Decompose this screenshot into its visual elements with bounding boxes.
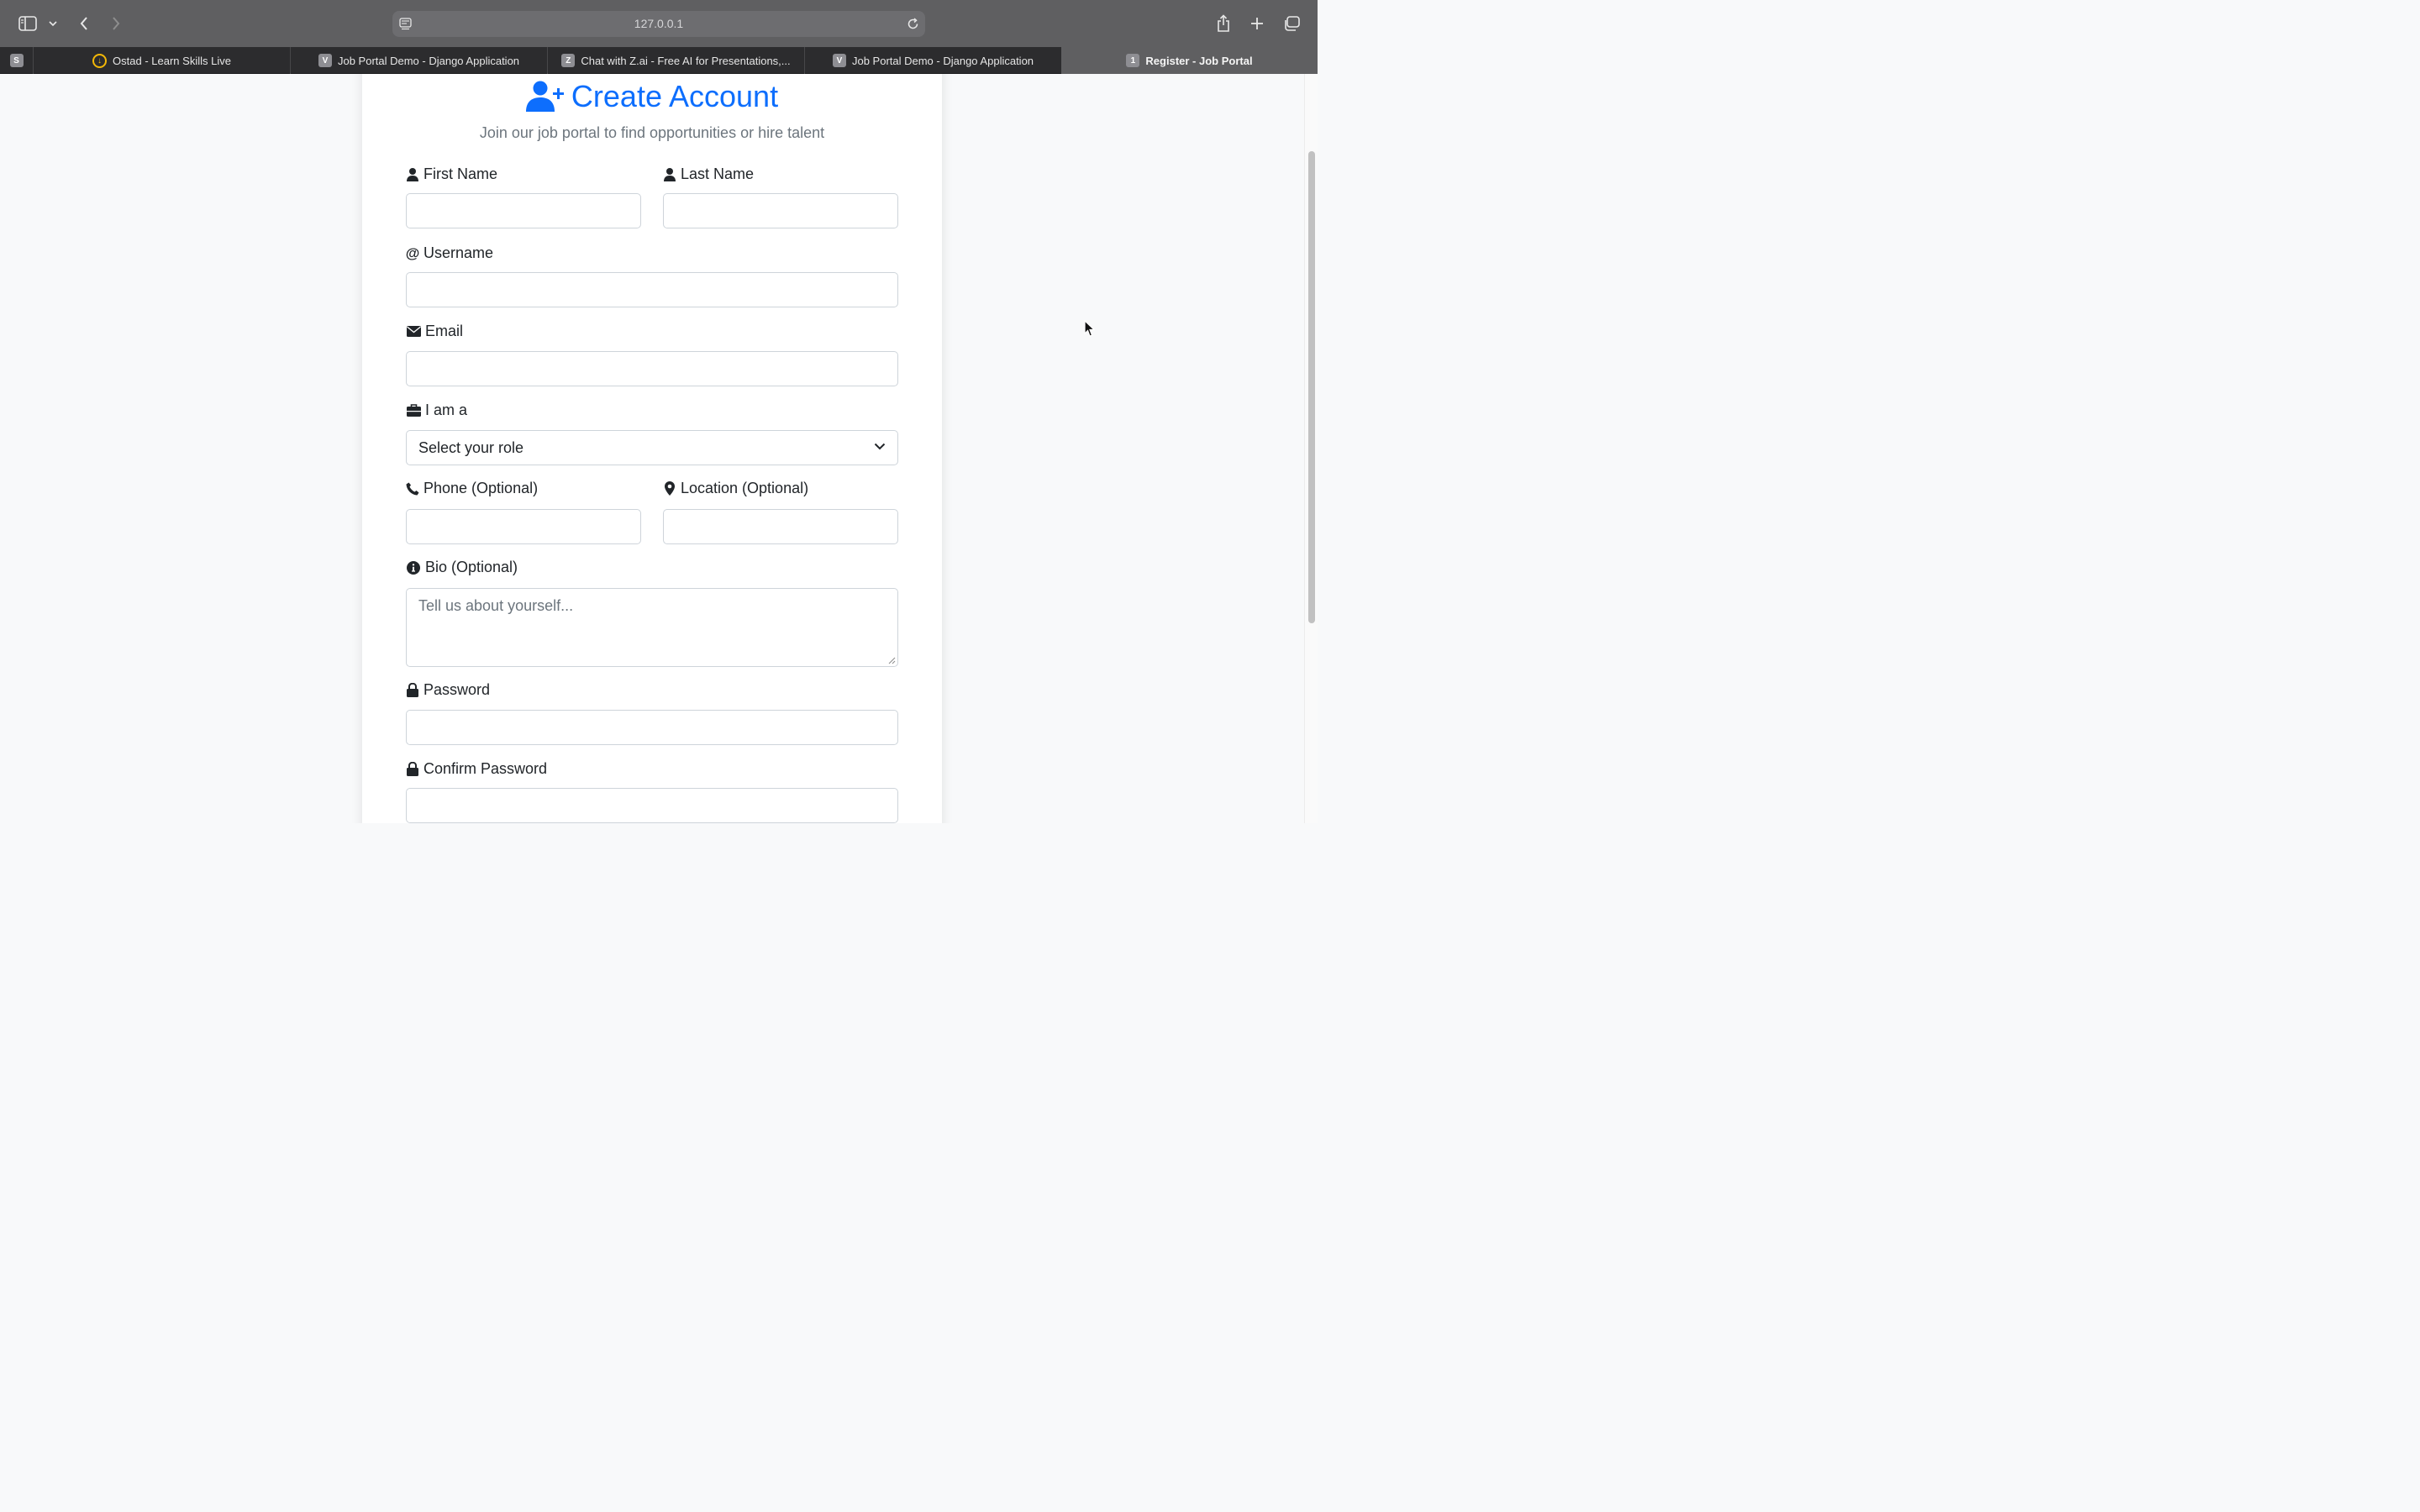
ostad-logo-icon: ↓ — [92, 53, 108, 68]
first-name-input[interactable] — [406, 193, 641, 228]
mouse-cursor-icon — [1084, 320, 1096, 337]
lock-icon — [406, 762, 419, 776]
forward-button[interactable] — [108, 13, 124, 34]
tab-favicon: V — [318, 54, 332, 67]
address-bar[interactable]: 127.0.0.1 — [392, 11, 925, 37]
role-select[interactable]: Select your role — [406, 430, 898, 465]
tab-overview-icon — [1285, 16, 1300, 31]
tab-job-portal-demo[interactable]: V Job Portal Demo - Django Application — [290, 47, 547, 74]
sidebar-toggle-button[interactable] — [17, 13, 39, 34]
reload-icon[interactable] — [907, 18, 919, 30]
share-icon — [1218, 14, 1229, 32]
location-label: Location (Optional) — [663, 480, 808, 497]
user-icon — [663, 167, 676, 181]
scrollbar-thumb[interactable] — [1308, 151, 1315, 623]
username-label: @ Username — [406, 244, 493, 262]
page-viewport: Create Account Join our job portal to fi… — [0, 74, 1318, 823]
email-label: Email — [406, 323, 463, 340]
tab-pinned[interactable]: S — [0, 47, 33, 74]
label-text: First Name — [424, 165, 498, 182]
email-input[interactable] — [406, 351, 898, 386]
tab-overview-button[interactable] — [1281, 13, 1302, 34]
tab-favicon: Z — [561, 54, 576, 67]
resize-handle-icon[interactable] — [888, 657, 896, 664]
first-name-label: First Name — [406, 165, 497, 183]
chevron-down-icon — [874, 443, 886, 450]
at-icon: @ — [405, 244, 420, 261]
label-text: Location (Optional) — [681, 480, 809, 496]
label-text: Phone (Optional) — [424, 480, 539, 496]
bio-label: Bio (Optional) — [406, 559, 518, 576]
label-text: I am a — [425, 402, 468, 418]
forward-icon — [113, 17, 120, 30]
page-title: Create Account — [362, 79, 942, 114]
tab-label: Job Portal Demo - Django Application — [337, 54, 520, 67]
tab-favicon: S — [9, 54, 24, 67]
tab-favicon: 1 — [1126, 54, 1140, 67]
last-name-input[interactable] — [663, 193, 898, 228]
chevron-down-icon — [49, 20, 57, 26]
register-card: Create Account Join our job portal to fi… — [362, 74, 942, 823]
info-circle-icon — [406, 560, 421, 575]
share-button[interactable] — [1213, 12, 1234, 35]
label-text: Username — [424, 244, 494, 261]
tab-bar: S ↓ Ostad - Learn Skills Live V Job Port… — [0, 47, 1318, 74]
tab-label: Chat with Z.ai - Free AI for Presentatio… — [581, 54, 791, 67]
phone-icon — [406, 482, 419, 496]
tab-favicon: V — [832, 54, 846, 67]
password-label: Password — [406, 681, 490, 699]
url-text: 127.0.0.1 — [634, 17, 684, 30]
label-text: Confirm Password — [424, 760, 548, 777]
tab-label: Register - Job Portal — [1145, 54, 1253, 67]
label-text: Password — [424, 681, 491, 698]
bio-textarea[interactable]: Tell us about yourself... — [406, 588, 898, 667]
map-marker-icon — [663, 481, 676, 496]
briefcase-icon — [406, 404, 421, 417]
label-text: Last Name — [681, 165, 755, 182]
location-input[interactable] — [663, 509, 898, 544]
tab-register[interactable]: 1 Register - Job Portal — [1061, 47, 1318, 74]
page-subtitle: Join our job portal to find opportunitie… — [479, 124, 825, 141]
role-select-value: Select your role — [418, 438, 524, 456]
envelope-icon — [406, 325, 421, 339]
phone-input[interactable] — [406, 509, 641, 544]
label-text: Bio (Optional) — [425, 559, 518, 575]
username-input[interactable] — [406, 272, 898, 307]
sidebar-menu-button[interactable] — [47, 17, 59, 30]
password-input[interactable] — [406, 710, 898, 745]
confirm-password-input[interactable] — [406, 788, 898, 823]
back-button[interactable] — [76, 13, 92, 34]
browser-toolbar: 127.0.0.1 — [0, 0, 1318, 47]
user-plus-icon — [525, 81, 564, 112]
tab-job-portal-demo-2[interactable]: V Job Portal Demo - Django Application — [804, 47, 1061, 74]
tab-label: Ostad - Learn Skills Live — [113, 54, 231, 67]
label-text: Email — [425, 323, 464, 339]
role-label: I am a — [406, 402, 467, 419]
user-icon — [406, 167, 419, 181]
tab-label: Job Portal Demo - Django Application — [851, 54, 1034, 67]
tab-ostad[interactable]: ↓ Ostad - Learn Skills Live — [33, 47, 290, 74]
tab-chat-zai[interactable]: Z Chat with Z.ai - Free AI for Presentat… — [547, 47, 804, 74]
title-text: Create Account — [571, 79, 779, 113]
page-scrollbar[interactable] — [1304, 74, 1318, 823]
confirm-password-label: Confirm Password — [406, 760, 547, 778]
bio-placeholder: Tell us about yourself... — [418, 597, 574, 614]
last-name-label: Last Name — [663, 165, 754, 183]
new-tab-button[interactable] — [1247, 13, 1267, 34]
phone-label: Phone (Optional) — [406, 480, 538, 497]
new-tab-icon — [1251, 18, 1263, 29]
sidebar-icon — [18, 16, 37, 31]
back-icon — [80, 17, 87, 30]
lock-icon — [406, 683, 419, 697]
